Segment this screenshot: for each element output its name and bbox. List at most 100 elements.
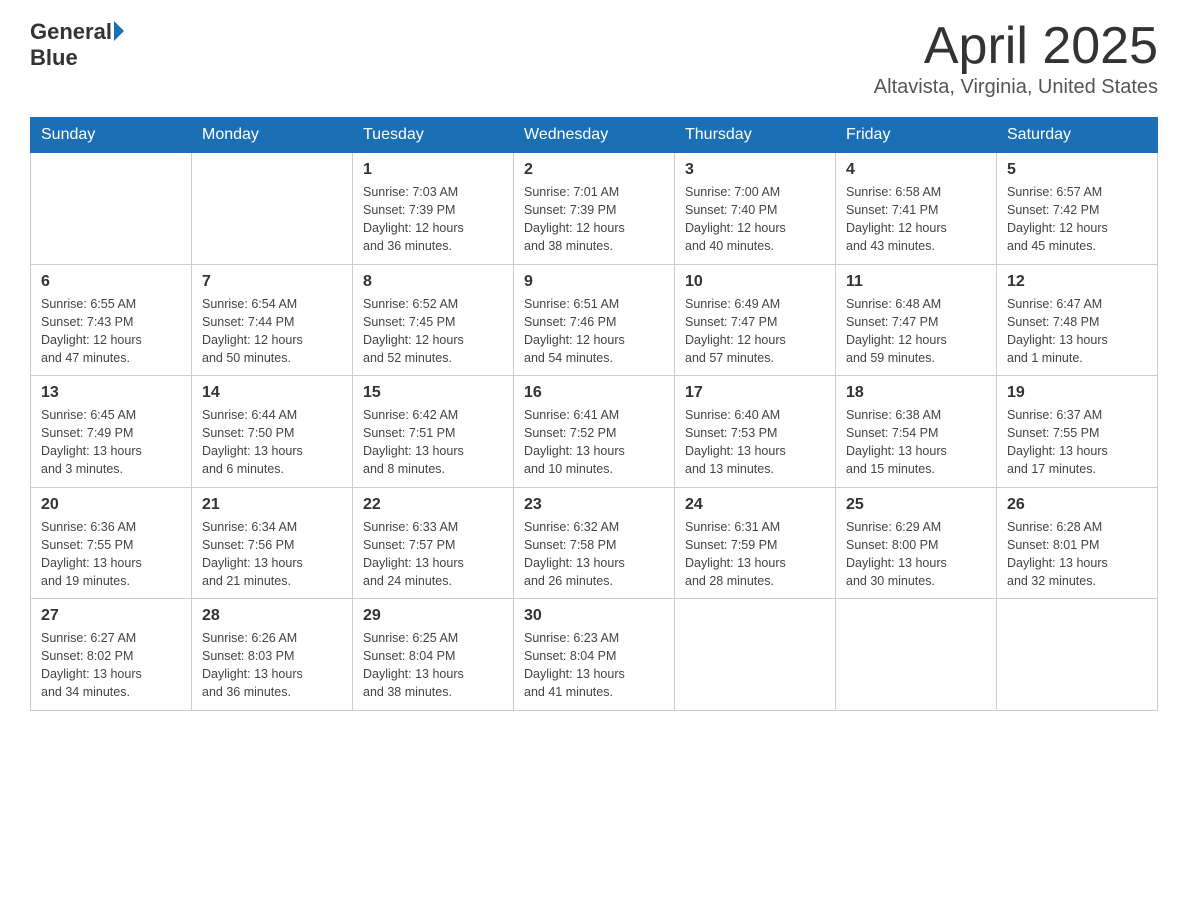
- day-info: Sunrise: 6:40 AM Sunset: 7:53 PM Dayligh…: [685, 406, 825, 479]
- table-row: 24 Sunrise: 6:31 AM Sunset: 7:59 PM Dayli…: [675, 487, 836, 599]
- day-info: Sunrise: 6:54 AM Sunset: 7:44 PM Dayligh…: [202, 295, 342, 368]
- day-info: Sunrise: 6:32 AM Sunset: 7:58 PM Dayligh…: [524, 518, 664, 591]
- day-number: 13: [41, 384, 181, 402]
- day-number: 8: [363, 273, 503, 291]
- day-info: Sunrise: 6:51 AM Sunset: 7:46 PM Dayligh…: [524, 295, 664, 368]
- day-number: 9: [524, 273, 664, 291]
- day-info: Sunrise: 6:25 AM Sunset: 8:04 PM Dayligh…: [363, 629, 503, 702]
- table-row: 26 Sunrise: 6:28 AM Sunset: 8:01 PM Dayli…: [997, 487, 1158, 599]
- month-title: April 2025: [874, 20, 1158, 72]
- day-number: 19: [1007, 384, 1147, 402]
- col-monday: Monday: [192, 118, 353, 153]
- table-row: 30 Sunrise: 6:23 AM Sunset: 8:04 PM Dayli…: [514, 599, 675, 711]
- table-row: 11Sunrise: 6:48 AM Sunset: 7:47 PM Dayli…: [836, 264, 997, 376]
- table-row: 27 Sunrise: 6:27 AM Sunset: 8:02 PM Dayli…: [31, 599, 192, 711]
- day-info: Sunrise: 6:44 AM Sunset: 7:50 PM Dayligh…: [202, 406, 342, 479]
- table-row: [31, 153, 192, 265]
- day-info: Sunrise: 6:41 AM Sunset: 7:52 PM Dayligh…: [524, 406, 664, 479]
- day-info: Sunrise: 6:45 AM Sunset: 7:49 PM Dayligh…: [41, 406, 181, 479]
- day-number: 26: [1007, 496, 1147, 514]
- table-row: 2 Sunrise: 7:01 AM Sunset: 7:39 PM Daylig…: [514, 153, 675, 265]
- table-row: 18 Sunrise: 6:38 AM Sunset: 7:54 PM Dayli…: [836, 376, 997, 488]
- day-info: Sunrise: 6:33 AM Sunset: 7:57 PM Dayligh…: [363, 518, 503, 591]
- day-info: Sunrise: 7:01 AM Sunset: 7:39 PM Dayligh…: [524, 183, 664, 256]
- table-row: 12 Sunrise: 6:47 AM Sunset: 7:48 PM Dayli…: [997, 264, 1158, 376]
- table-row: [997, 599, 1158, 711]
- table-row: 8 Sunrise: 6:52 AM Sunset: 7:45 PM Daylig…: [353, 264, 514, 376]
- table-row: 4Sunrise: 6:58 AM Sunset: 7:41 PM Daylig…: [836, 153, 997, 265]
- col-thursday: Thursday: [675, 118, 836, 153]
- day-number: 23: [524, 496, 664, 514]
- logo: General Blue: [30, 20, 124, 70]
- table-row: 25Sunrise: 6:29 AM Sunset: 8:00 PM Dayli…: [836, 487, 997, 599]
- day-number: 28: [202, 607, 342, 625]
- day-number: 17: [685, 384, 825, 402]
- day-info: Sunrise: 6:36 AM Sunset: 7:55 PM Dayligh…: [41, 518, 181, 591]
- day-number: 14: [202, 384, 342, 402]
- table-row: 22Sunrise: 6:33 AM Sunset: 7:57 PM Dayli…: [353, 487, 514, 599]
- day-info: Sunrise: 6:37 AM Sunset: 7:55 PM Dayligh…: [1007, 406, 1147, 479]
- col-wednesday: Wednesday: [514, 118, 675, 153]
- table-row: 13 Sunrise: 6:45 AM Sunset: 7:49 PM Dayli…: [31, 376, 192, 488]
- day-number: 11: [846, 273, 986, 291]
- day-number: 3: [685, 161, 825, 179]
- calendar-week-row: 20 Sunrise: 6:36 AM Sunset: 7:55 PM Dayli…: [31, 487, 1158, 599]
- day-info: Sunrise: 7:03 AM Sunset: 7:39 PM Dayligh…: [363, 183, 503, 256]
- table-row: [192, 153, 353, 265]
- calendar-week-row: 27 Sunrise: 6:27 AM Sunset: 8:02 PM Dayli…: [31, 599, 1158, 711]
- day-info: Sunrise: 6:38 AM Sunset: 7:54 PM Dayligh…: [846, 406, 986, 479]
- table-row: 3 Sunrise: 7:00 AM Sunset: 7:40 PM Daylig…: [675, 153, 836, 265]
- location: Altavista, Virginia, United States: [874, 76, 1158, 99]
- table-row: 5 Sunrise: 6:57 AM Sunset: 7:42 PM Daylig…: [997, 153, 1158, 265]
- table-row: [675, 599, 836, 711]
- day-info: Sunrise: 6:26 AM Sunset: 8:03 PM Dayligh…: [202, 629, 342, 702]
- day-info: Sunrise: 6:28 AM Sunset: 8:01 PM Dayligh…: [1007, 518, 1147, 591]
- table-row: 17 Sunrise: 6:40 AM Sunset: 7:53 PM Dayli…: [675, 376, 836, 488]
- day-number: 18: [846, 384, 986, 402]
- table-row: 6 Sunrise: 6:55 AM Sunset: 7:43 PM Daylig…: [31, 264, 192, 376]
- day-info: Sunrise: 6:57 AM Sunset: 7:42 PM Dayligh…: [1007, 183, 1147, 256]
- day-number: 29: [363, 607, 503, 625]
- day-number: 27: [41, 607, 181, 625]
- day-number: 16: [524, 384, 664, 402]
- day-number: 2: [524, 161, 664, 179]
- day-number: 21: [202, 496, 342, 514]
- day-info: Sunrise: 6:29 AM Sunset: 8:00 PM Dayligh…: [846, 518, 986, 591]
- table-row: 1Sunrise: 7:03 AM Sunset: 7:39 PM Daylig…: [353, 153, 514, 265]
- table-row: 9 Sunrise: 6:51 AM Sunset: 7:46 PM Daylig…: [514, 264, 675, 376]
- day-info: Sunrise: 6:23 AM Sunset: 8:04 PM Dayligh…: [524, 629, 664, 702]
- table-row: 10 Sunrise: 6:49 AM Sunset: 7:47 PM Dayli…: [675, 264, 836, 376]
- day-info: Sunrise: 6:31 AM Sunset: 7:59 PM Dayligh…: [685, 518, 825, 591]
- table-row: 20 Sunrise: 6:36 AM Sunset: 7:55 PM Dayli…: [31, 487, 192, 599]
- day-number: 10: [685, 273, 825, 291]
- calendar-week-row: 1Sunrise: 7:03 AM Sunset: 7:39 PM Daylig…: [31, 153, 1158, 265]
- col-sunday: Sunday: [31, 118, 192, 153]
- day-info: Sunrise: 6:27 AM Sunset: 8:02 PM Dayligh…: [41, 629, 181, 702]
- day-number: 30: [524, 607, 664, 625]
- day-info: Sunrise: 6:49 AM Sunset: 7:47 PM Dayligh…: [685, 295, 825, 368]
- day-number: 7: [202, 273, 342, 291]
- calendar-week-row: 13 Sunrise: 6:45 AM Sunset: 7:49 PM Dayli…: [31, 376, 1158, 488]
- table-row: 14 Sunrise: 6:44 AM Sunset: 7:50 PM Dayli…: [192, 376, 353, 488]
- day-number: 12: [1007, 273, 1147, 291]
- day-info: Sunrise: 6:47 AM Sunset: 7:48 PM Dayligh…: [1007, 295, 1147, 368]
- day-info: Sunrise: 6:55 AM Sunset: 7:43 PM Dayligh…: [41, 295, 181, 368]
- day-info: Sunrise: 7:00 AM Sunset: 7:40 PM Dayligh…: [685, 183, 825, 256]
- table-row: 29 Sunrise: 6:25 AM Sunset: 8:04 PM Dayli…: [353, 599, 514, 711]
- day-number: 20: [41, 496, 181, 514]
- table-row: 7 Sunrise: 6:54 AM Sunset: 7:44 PM Daylig…: [192, 264, 353, 376]
- calendar-table: Sunday Monday Tuesday Wednesday Thursday…: [30, 117, 1158, 711]
- title-block: April 2025 Altavista, Virginia, United S…: [874, 20, 1158, 99]
- table-row: 28 Sunrise: 6:26 AM Sunset: 8:03 PM Dayli…: [192, 599, 353, 711]
- day-info: Sunrise: 6:58 AM Sunset: 7:41 PM Dayligh…: [846, 183, 986, 256]
- calendar-header-row: Sunday Monday Tuesday Wednesday Thursday…: [31, 118, 1158, 153]
- day-number: 24: [685, 496, 825, 514]
- table-row: 21Sunrise: 6:34 AM Sunset: 7:56 PM Dayli…: [192, 487, 353, 599]
- logo-arrow-icon: [114, 21, 124, 41]
- page-header: General Blue April 2025 Altavista, Virgi…: [30, 20, 1158, 99]
- day-number: 15: [363, 384, 503, 402]
- day-info: Sunrise: 6:52 AM Sunset: 7:45 PM Dayligh…: [363, 295, 503, 368]
- table-row: 19 Sunrise: 6:37 AM Sunset: 7:55 PM Dayli…: [997, 376, 1158, 488]
- day-number: 6: [41, 273, 181, 291]
- day-number: 5: [1007, 161, 1147, 179]
